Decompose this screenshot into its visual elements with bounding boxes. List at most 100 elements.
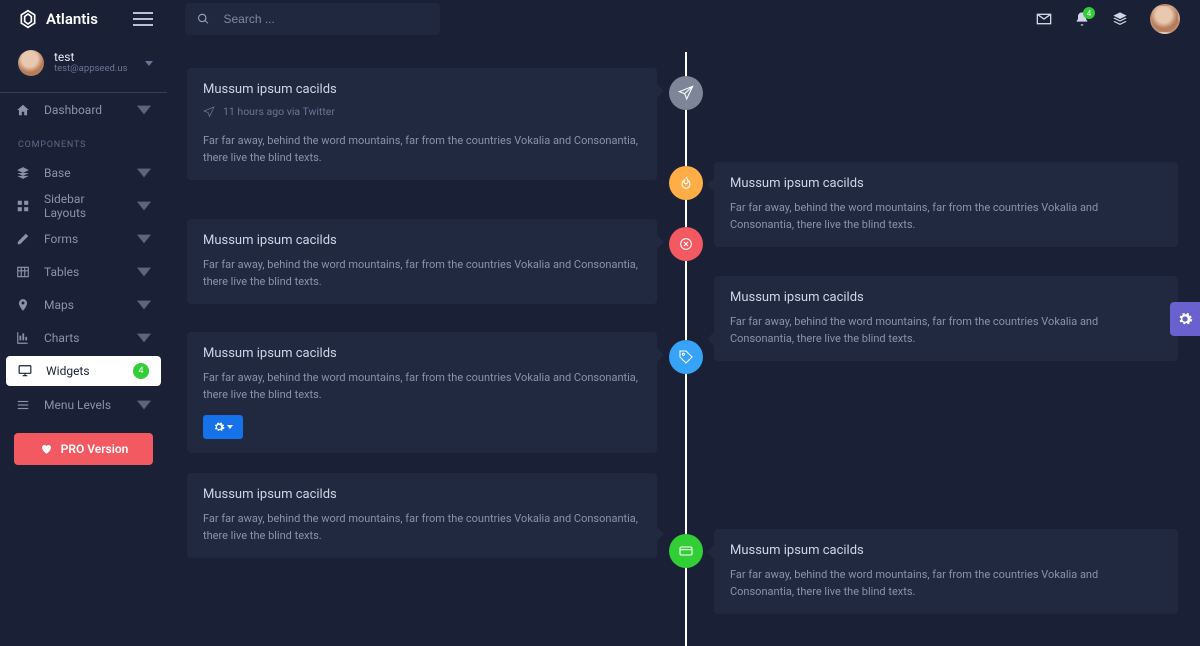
card-title: Mussum ipsum cacilds bbox=[203, 487, 641, 502]
home-icon bbox=[16, 103, 30, 117]
card-settings-button[interactable] bbox=[203, 415, 243, 439]
sidebar-item-label: Menu Levels bbox=[44, 398, 111, 412]
gear-icon bbox=[1177, 311, 1193, 327]
caret-down-icon bbox=[137, 199, 151, 213]
card-body: Far far away, behind the word mountains,… bbox=[203, 510, 641, 544]
sidebar-item-menulevels[interactable]: Menu Levels bbox=[0, 388, 167, 421]
edit-icon bbox=[16, 232, 30, 246]
timeline-node-close bbox=[669, 227, 703, 261]
timeline-card: Mussum ipsum cacilds Far far away, behin… bbox=[187, 473, 657, 558]
sidebar-item-label: Forms bbox=[44, 232, 78, 246]
widgets-badge: 4 bbox=[133, 363, 149, 379]
caret-down-icon bbox=[137, 298, 151, 312]
brand-name: Atlantis bbox=[46, 10, 98, 28]
sidebar-item-forms[interactable]: Forms bbox=[0, 222, 167, 255]
chart-icon bbox=[16, 331, 30, 345]
sidebar: test test@appseed.us Dashboard COMPONENT… bbox=[0, 38, 167, 646]
menu-icon bbox=[16, 398, 30, 412]
card-pointer bbox=[707, 178, 714, 192]
close-circle-icon bbox=[678, 236, 694, 252]
paper-plane-icon bbox=[203, 106, 215, 118]
card-title: Mussum ipsum cacilds bbox=[730, 290, 1162, 305]
caret-down-icon bbox=[137, 398, 151, 412]
heart-icon bbox=[39, 443, 53, 455]
search-input[interactable] bbox=[221, 11, 428, 27]
card-title: Mussum ipsum cacilds bbox=[730, 543, 1162, 558]
sidebar-item-dashboard[interactable]: Dashboard bbox=[0, 93, 167, 126]
card-body: Far far away, behind the word mountains,… bbox=[203, 256, 641, 290]
sidebar-item-label: Tables bbox=[44, 265, 79, 279]
desktop-icon bbox=[18, 364, 32, 378]
sidebar-item-label: Sidebar Layouts bbox=[44, 192, 123, 220]
card-pointer bbox=[657, 348, 664, 362]
tag-icon bbox=[678, 349, 694, 365]
timeline-node-fire bbox=[669, 166, 703, 200]
sidebar-item-label: Widgets bbox=[46, 364, 90, 378]
sidebar-item-tables[interactable]: Tables bbox=[0, 255, 167, 288]
timeline-card: Mussum ipsum cacilds 11 hours ago via Tw… bbox=[187, 68, 657, 180]
notifications-icon[interactable]: 4 bbox=[1074, 11, 1090, 27]
sidebar-item-layouts[interactable]: Sidebar Layouts bbox=[0, 189, 167, 222]
notifications-badge: 4 bbox=[1083, 7, 1095, 19]
messages-icon[interactable] bbox=[1036, 11, 1052, 27]
sidebar-item-charts[interactable]: Charts bbox=[0, 321, 167, 354]
card-pointer bbox=[657, 84, 664, 98]
sidebar-section-components: COMPONENTS bbox=[0, 126, 167, 156]
sidebar-item-base[interactable]: Base bbox=[0, 156, 167, 189]
sidebar-item-maps[interactable]: Maps bbox=[0, 288, 167, 321]
pro-version-button[interactable]: PRO Version bbox=[14, 433, 153, 465]
sidebar-user-avatar bbox=[18, 50, 44, 76]
sidebar-user-name: test bbox=[54, 51, 128, 65]
caret-down-icon bbox=[137, 331, 151, 345]
grid-icon bbox=[16, 199, 30, 213]
caret-down-icon bbox=[137, 265, 151, 279]
caret-down-icon bbox=[137, 166, 151, 180]
timeline-card: Mussum ipsum cacilds Far far away, behin… bbox=[187, 219, 657, 304]
card-icon bbox=[678, 543, 694, 559]
sidebar-item-label: Charts bbox=[44, 331, 79, 345]
card-body: Far far away, behind the word mountains,… bbox=[730, 313, 1162, 347]
theme-settings-button[interactable] bbox=[1170, 302, 1200, 336]
card-title: Mussum ipsum cacilds bbox=[730, 176, 1162, 191]
timeline-card: Mussum ipsum cacilds Far far away, behin… bbox=[714, 529, 1178, 614]
search-wrap bbox=[167, 0, 1036, 38]
paper-plane-icon bbox=[678, 85, 694, 101]
caret-down-icon bbox=[137, 232, 151, 246]
timeline-node-card bbox=[669, 534, 703, 568]
card-body: Far far away, behind the word mountains,… bbox=[730, 566, 1162, 600]
card-pointer bbox=[707, 545, 714, 559]
search-icon bbox=[197, 12, 209, 26]
fire-icon bbox=[678, 175, 694, 191]
card-body: Far far away, behind the word mountains,… bbox=[203, 369, 641, 403]
layers-icon bbox=[16, 166, 30, 180]
brand[interactable]: Atlantis bbox=[0, 0, 167, 38]
layers-icon[interactable] bbox=[1112, 11, 1128, 27]
timeline-card: Mussum ipsum cacilds Far far away, behin… bbox=[714, 276, 1178, 361]
sidebar-item-widgets[interactable]: Widgets 4 bbox=[6, 356, 161, 386]
card-pointer bbox=[657, 235, 664, 249]
sidebar-item-label: Dashboard bbox=[44, 103, 102, 117]
pro-version-label: PRO Version bbox=[61, 442, 129, 456]
card-meta-text: 11 hours ago via Twitter bbox=[223, 105, 335, 118]
card-pointer bbox=[657, 527, 664, 541]
sidebar-user-email: test@appseed.us bbox=[54, 64, 128, 75]
card-pointer bbox=[707, 332, 714, 346]
gear-icon bbox=[213, 421, 225, 433]
card-title: Mussum ipsum cacilds bbox=[203, 82, 641, 97]
menu-toggle-icon[interactable] bbox=[133, 12, 153, 26]
caret-down-icon bbox=[137, 103, 151, 117]
sidebar-user[interactable]: test test@appseed.us bbox=[0, 38, 167, 93]
table-icon bbox=[16, 265, 30, 279]
caret-down-icon bbox=[145, 61, 153, 66]
sidebar-user-info: test test@appseed.us bbox=[54, 51, 128, 76]
sidebar-item-label: Maps bbox=[44, 298, 74, 312]
app-header: Atlantis 4 bbox=[0, 0, 1200, 38]
timeline-node-tag bbox=[669, 340, 703, 374]
search-box[interactable] bbox=[185, 3, 440, 35]
card-title: Mussum ipsum cacilds bbox=[203, 346, 641, 361]
logo-icon bbox=[18, 9, 38, 29]
card-meta: 11 hours ago via Twitter bbox=[203, 105, 641, 118]
user-avatar[interactable] bbox=[1150, 4, 1180, 34]
header-actions: 4 bbox=[1036, 0, 1200, 38]
pin-icon bbox=[16, 298, 30, 312]
